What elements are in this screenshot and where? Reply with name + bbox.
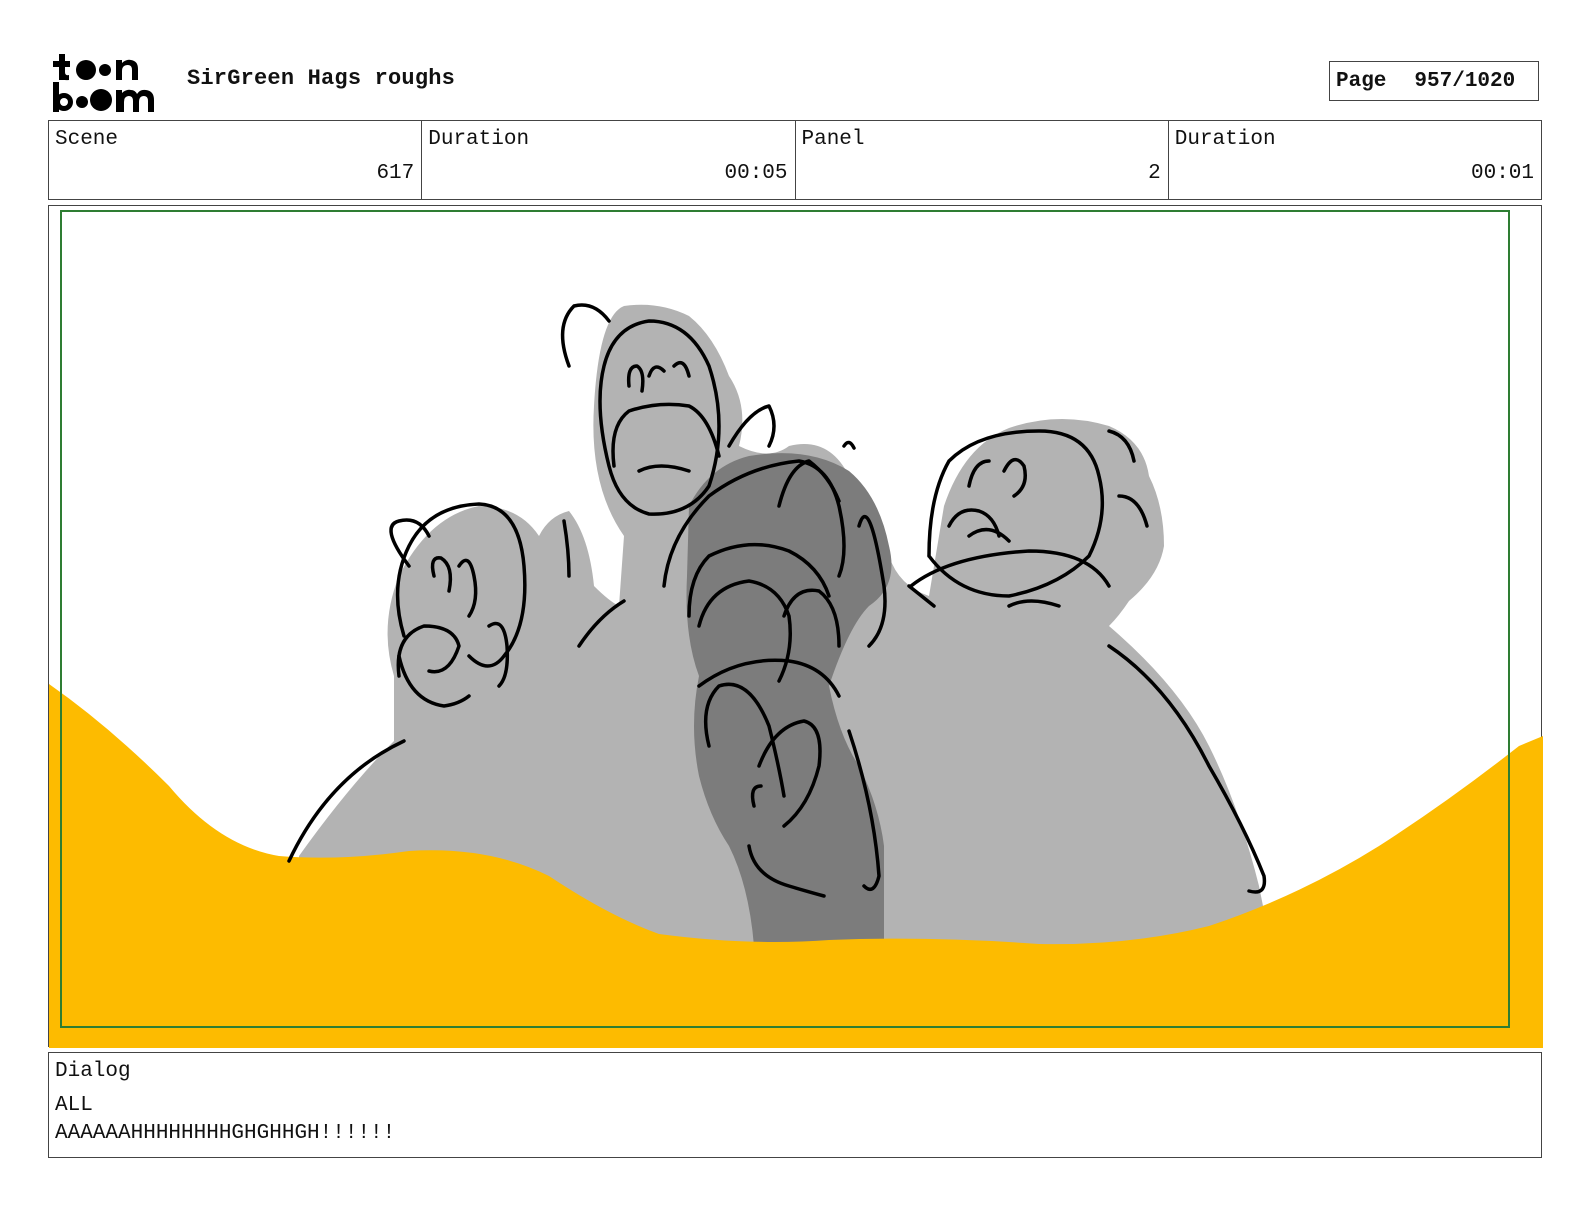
scene-duration-label: Duration — [428, 128, 530, 151]
toonboom-logo — [53, 54, 154, 112]
dialog-line: AAAAAAHHHHHHHHGHGHHGH!!!!!! — [55, 1122, 396, 1145]
page-indicator: Page 957/1020 — [1329, 61, 1539, 101]
scene-value: 617 — [376, 162, 415, 185]
panel-info-row: Scene 617 Duration 00:05 Panel 2 Duratio… — [48, 120, 1542, 200]
page-label: Page — [1336, 69, 1387, 93]
scene-duration-value: 00:05 — [724, 162, 788, 185]
dialog-box: Dialog ALL AAAAAAHHHHHHHHGHGHHGH!!!!!! — [48, 1052, 1542, 1158]
storyboard-panel — [48, 205, 1543, 1048]
page-number: 957/1020 — [1414, 69, 1516, 93]
panel-cell: Panel 2 — [796, 121, 1169, 199]
scene-cell: Scene 617 — [49, 121, 423, 199]
dialog-label: Dialog — [55, 1060, 131, 1083]
scene-label: Scene — [55, 128, 119, 151]
panel-duration-label: Duration — [1174, 128, 1276, 151]
scene-duration-cell: Duration 00:05 — [422, 121, 796, 199]
panel-duration-cell: Duration 00:01 — [1169, 121, 1541, 199]
dialog-speaker: ALL — [55, 1094, 93, 1117]
panel-drawing — [49, 210, 1543, 1048]
project-title: SirGreen Hags roughs — [187, 66, 456, 91]
panel-duration-value: 00:01 — [1470, 162, 1534, 185]
panel-value: 2 — [1148, 162, 1161, 185]
panel-label: Panel — [801, 128, 865, 151]
